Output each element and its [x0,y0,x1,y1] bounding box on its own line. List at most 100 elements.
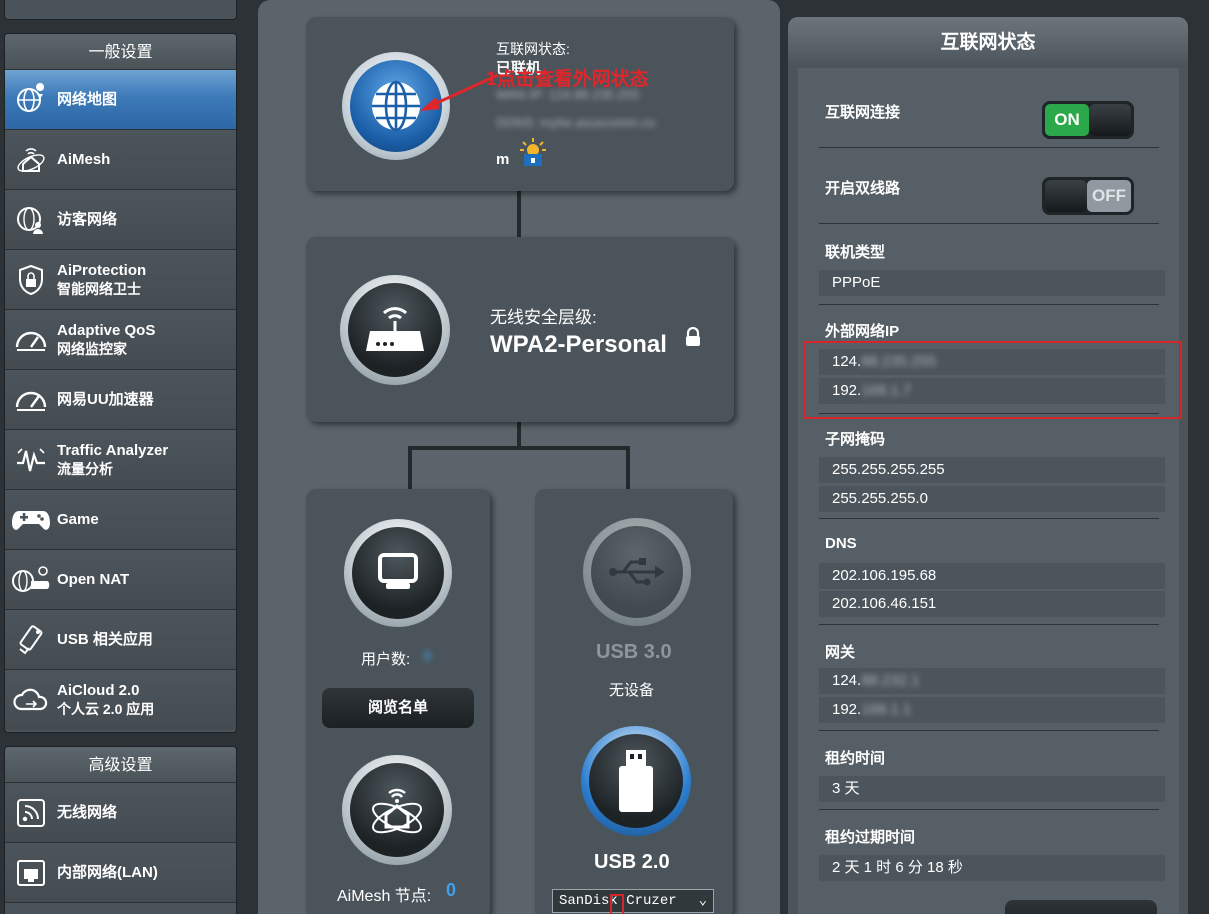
gateway-2-hidden: 168.1.1 [861,701,912,718]
connection-type-value: PPPoE [819,270,1165,296]
usb3-button[interactable] [583,518,691,626]
security-level-value: WPA2-Personal [490,331,667,358]
usb-puzzle-icon [5,610,57,670]
sidebar-item-usb-apps[interactable]: USB 相关应用 [5,610,236,670]
sidebar-item-lan[interactable]: 内部网络(LAN) [5,843,236,903]
sidebar-item-adaptive-qos[interactable]: Adaptive QoS 网络监控家 [5,310,236,370]
sidebar-item-network-map[interactable]: 网络地图 [5,70,236,130]
sidebar-item-label: 无线网络 [57,803,118,821]
lease-time-label: 租约时间 [825,750,886,767]
view-list-button[interactable]: 阅览名单 [322,688,474,728]
guest-network-icon [5,190,57,250]
gauge-icon [5,310,57,370]
separator [819,413,1159,414]
clients-card[interactable]: 用户数: 9 阅览名单 AiMesh 节点: 0 [306,489,490,914]
sidebar-item-sublabel: 智能网络卫士 [57,280,141,297]
sidebar-item-label: Traffic Analyzer [57,441,169,459]
aimesh-node-count: 0 [446,880,457,900]
separator [819,223,1159,224]
dns-value-2: 202.106.46.151 [819,591,1165,617]
network-map-icon [5,70,57,130]
sidebar-item-label: Open NAT [57,570,130,588]
sidebar-item-label: Adaptive QoS [57,321,156,339]
usb-device-select[interactable]: SanDisk Cruzer ⌄ [552,889,714,913]
chevron-down-icon: ⌄ [698,893,707,909]
aimesh-node-icon [372,788,422,834]
lease-expire-label: 租约过期时间 [825,829,916,846]
status-panel-bottom-button[interactable] [1005,900,1157,914]
sidebar-item-label: AiCloud 2.0 [57,682,140,699]
lan-port-icon [5,843,57,903]
sidebar-item-label: 网易UU加速器 [57,390,154,408]
sidebar-item-traffic-analyzer[interactable]: Traffic Analyzer 流量分析 [5,430,236,490]
wireless-icon [5,783,57,843]
internet-status-card[interactable]: 互联网状态: 已联机 WAN IP: 124.88.235.255 DDNS: … [306,17,734,191]
status-panel-title: 互联网状态 [788,17,1188,65]
sidebar-item-label: Game [57,510,99,528]
dns-label: DNS [825,535,857,552]
clients-button[interactable] [344,519,452,627]
gateway-label: 网关 [825,644,856,661]
router-icon [366,307,424,351]
subnet-mask-value-1: 255.255.255.255 [819,457,1165,483]
subnet-mask-value-2: 255.255.255.0 [819,486,1165,512]
usb3-label: USB 3.0 [596,641,672,663]
separator [819,304,1159,305]
gateway-value-1: 124.88.232.1 [819,668,1165,694]
open-nat-icon [5,550,57,610]
general-settings-panel: 一般设置 网络地图 AiMesh 访客网络 AiProtection 智能网络卫士 [4,33,237,733]
gateway-2-visible: 192. [832,701,862,718]
connector-line [408,446,412,490]
usb-symbol-icon [609,558,665,586]
separator [819,147,1159,148]
separator [819,730,1159,731]
highlight-box [610,894,624,914]
cloud-icon [5,670,57,730]
toggle-knob [1045,180,1087,212]
sidebar-top-panel [4,0,237,20]
general-settings-title: 一般设置 [5,34,236,70]
separator [819,518,1159,519]
aimesh-node-button[interactable] [342,755,452,865]
separator [819,809,1159,810]
sidebar-item-aimesh[interactable]: AiMesh [5,130,236,190]
sidebar-item-label: 访客网络 [57,210,118,228]
router-security-card[interactable]: 无线安全层级: WPA2-Personal [306,237,734,422]
connector-line [517,188,521,238]
sidebar-item-open-nat[interactable]: Open NAT [5,550,236,610]
connector-line [517,420,521,448]
clients-label: 用户数: [361,651,411,668]
separator [819,624,1159,625]
sidebar-item-sublabel: 网络监控家 [57,340,127,357]
gateway-value-2: 192.168.1.1 [819,697,1165,723]
connector-line [626,446,630,490]
clients-count: 9 [423,648,432,665]
sidebar-item-game[interactable]: Game [5,490,236,550]
usb-drive-icon [619,750,653,812]
speedometer-icon [5,370,57,430]
gamepad-icon [5,490,57,550]
usb2-button[interactable] [581,726,691,836]
dual-wan-label: 开启双线路 [825,180,901,197]
internet-connection-label: 互联网连接 [825,104,901,121]
sidebar-item-sublabel: 流量分析 [57,460,113,477]
sidebar-item-aiprotection[interactable]: AiProtection 智能网络卫士 [5,250,236,310]
sidebar-item-label: 网络地图 [57,90,118,108]
internet-status-label: 互联网状态: [496,41,570,57]
wan-ip-label: 外部网络IP [825,323,900,340]
usb-card[interactable]: USB 3.0 无设备 USB 2.0 SanDisk Cruzer ⌄ [535,489,733,914]
router-button[interactable] [340,275,450,385]
sidebar-item-sublabel: 个人云 2.0 应用 [57,701,155,717]
sidebar-item-uu-accelerator[interactable]: 网易UU加速器 [5,370,236,430]
sidebar-item-wireless[interactable]: 无线网络 [5,783,236,843]
lease-expire-value: 2 天 1 时 6 分 18 秒 [819,855,1165,881]
sidebar-item-guest-network[interactable]: 访客网络 [5,190,236,250]
monitor-icon [378,553,418,589]
sidebar-item-label: USB 相关应用 [57,630,153,648]
dual-wan-toggle[interactable]: OFF [1042,177,1134,215]
sidebar-item-label: AiMesh [57,150,111,168]
internet-connection-toggle[interactable]: ON [1042,101,1134,139]
toggle-off-label: OFF [1087,180,1131,212]
advanced-settings-title: 高级设置 [5,747,236,783]
sidebar-item-aicloud[interactable]: AiCloud 2.0 个人云 2.0 应用 [5,670,236,730]
